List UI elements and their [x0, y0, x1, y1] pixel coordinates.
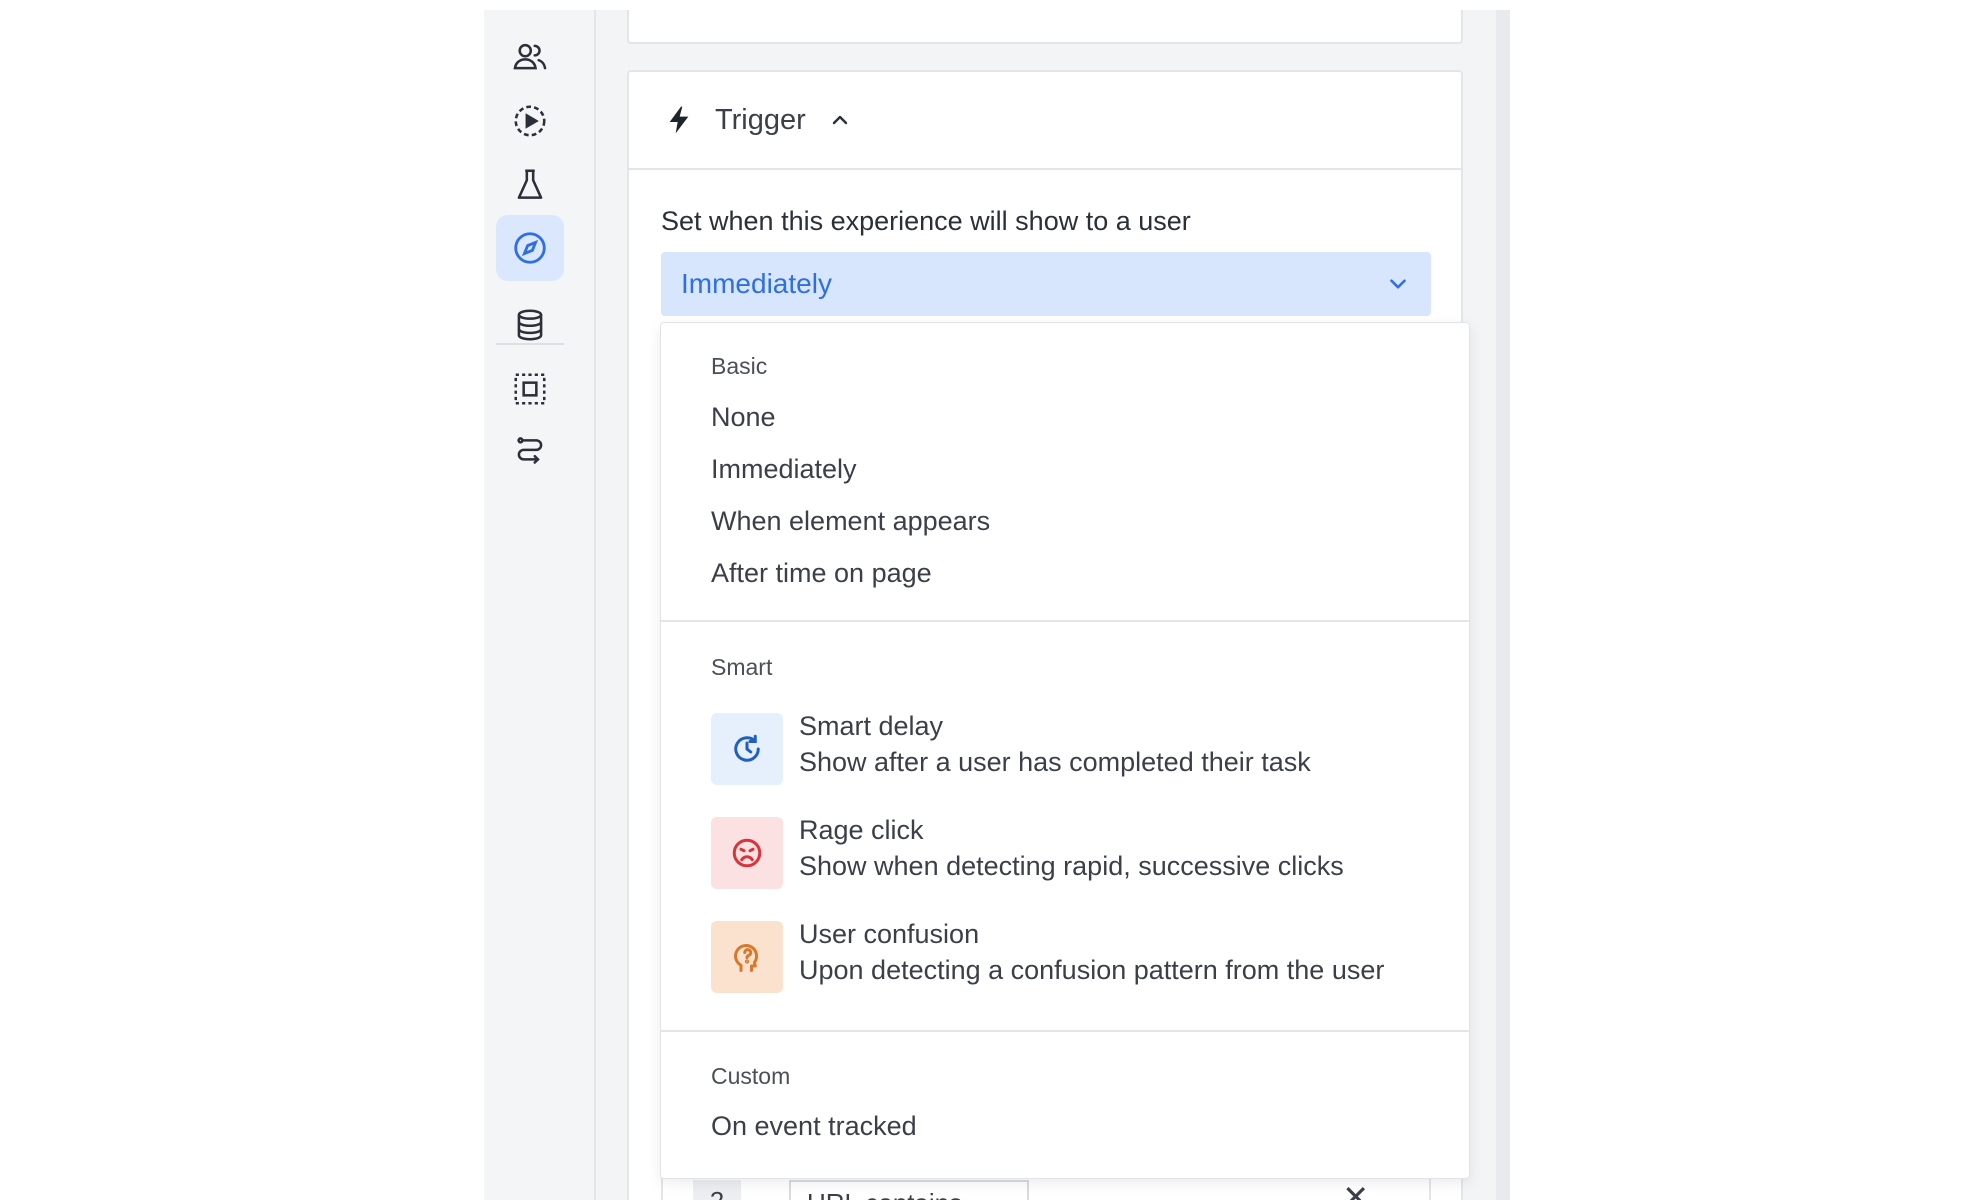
trigger-title: Trigger: [715, 103, 806, 136]
trigger-header[interactable]: Trigger: [629, 72, 1461, 170]
divider: [661, 620, 1469, 622]
sidebar-item-data[interactable]: [496, 292, 564, 358]
close-icon[interactable]: ✕: [1342, 1178, 1369, 1200]
option-after-time-on-page[interactable]: After time on page: [711, 558, 932, 589]
lightning-icon: [669, 106, 689, 134]
sidebar-item-guides[interactable]: [496, 215, 564, 281]
group-label-smart: Smart: [711, 654, 773, 680]
trigger-dropdown-menu: Basic None Immediately When element appe…: [660, 322, 1470, 1179]
option-user-confusion[interactable]: User confusion Upon detecting a confusio…: [711, 919, 1451, 995]
sidebar-item-routes[interactable]: [496, 420, 564, 486]
element-select-icon: [514, 373, 546, 405]
angry-face-icon: [711, 817, 783, 889]
trigger-select[interactable]: Immediately: [661, 252, 1431, 316]
sidebar-item-experiments[interactable]: [496, 152, 564, 218]
option-smart-delay[interactable]: Smart delay Show after a user has comple…: [711, 711, 1451, 787]
chevron-down-icon: [1390, 279, 1406, 289]
option-rage-click[interactable]: Rage click Show when detecting rapid, su…: [711, 815, 1451, 891]
route-icon: [517, 437, 543, 464]
scrollbar[interactable]: [1496, 10, 1510, 1200]
option-immediately[interactable]: Immediately: [711, 454, 857, 485]
users-icon: [513, 43, 547, 70]
previous-card: [627, 10, 1463, 44]
rage-click-description: Show when detecting rapid, successive cl…: [799, 851, 1344, 881]
group-label-basic: Basic: [711, 353, 768, 379]
smart-delay-title: Smart delay: [799, 711, 944, 741]
user-confusion-description: Upon detecting a confusion pattern from …: [799, 955, 1385, 985]
trigger-field-label: Set when this experience will show to a …: [661, 206, 1191, 236]
option-none[interactable]: None: [711, 402, 776, 433]
clock-refresh-icon: [711, 713, 783, 785]
group-label-custom: Custom: [711, 1063, 791, 1089]
condition-operator-select[interactable]: URL contains: [789, 1180, 1029, 1200]
rage-click-title: Rage click: [799, 815, 924, 845]
flask-icon: [517, 169, 543, 199]
database-icon: [517, 309, 543, 341]
chevron-up-icon[interactable]: [828, 108, 852, 132]
trigger-select-value: Immediately: [681, 268, 832, 299]
play-circle-icon: [514, 105, 546, 137]
option-on-event-tracked[interactable]: On event tracked: [711, 1111, 917, 1142]
divider: [661, 1030, 1469, 1032]
condition-number: 2: [693, 1180, 741, 1200]
sidebar-item-elements[interactable]: [496, 356, 564, 422]
left-sidebar: [484, 10, 596, 1200]
compass-icon: [514, 232, 546, 264]
smart-delay-description: Show after a user has completed their ta…: [799, 747, 1311, 777]
sidebar-item-users[interactable]: [496, 24, 564, 90]
sidebar-item-play[interactable]: [496, 88, 564, 154]
option-when-element-appears[interactable]: When element appears: [711, 506, 990, 537]
user-confusion-title: User confusion: [799, 919, 980, 949]
head-question-icon: [711, 921, 783, 993]
